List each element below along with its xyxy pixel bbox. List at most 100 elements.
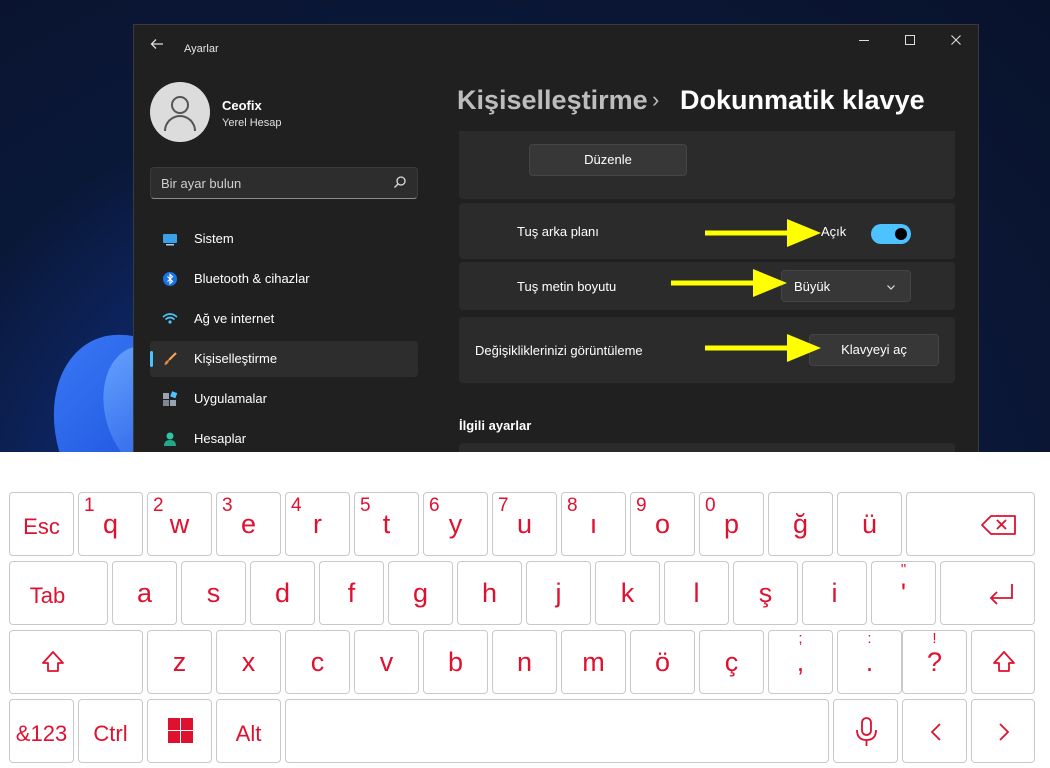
key-symbols[interactable]: &123 — [9, 699, 74, 763]
key-g[interactable]: g — [388, 561, 453, 625]
key-e[interactable]: 3e — [216, 492, 281, 556]
key-r[interactable]: 4r — [285, 492, 350, 556]
key-g-breve[interactable]: ğ — [768, 492, 833, 556]
key-label: ı — [589, 509, 598, 539]
back-button[interactable] — [148, 37, 166, 55]
key-left-arrow[interactable] — [902, 699, 967, 763]
key-label: Esc — [23, 514, 60, 539]
breadcrumb-parent[interactable]: Kişiselleştirme — [457, 85, 648, 116]
key-question[interactable]: !? — [902, 630, 967, 694]
sidebar-item-personalization[interactable]: Kişiselleştirme — [150, 341, 418, 377]
key-j[interactable]: j — [526, 561, 591, 625]
active-indicator — [150, 351, 153, 367]
key-z[interactable]: z — [147, 630, 212, 694]
key-label: ş — [758, 578, 773, 608]
key-label: Alt — [235, 721, 262, 746]
key-m[interactable]: m — [561, 630, 626, 694]
key-label: . — [865, 647, 874, 677]
key-label: Ctrl — [93, 721, 128, 746]
search-input[interactable]: Bir ayar bulun — [150, 167, 418, 199]
search-placeholder: Bir ayar bulun — [161, 176, 242, 191]
touch-keyboard: Esc 1q 2w 3e 4r 5t 6y 7u 8ı 9o 0p ğ ü Ta… — [0, 452, 1050, 768]
key-q[interactable]: 1q — [78, 492, 143, 556]
key-b[interactable]: b — [423, 630, 488, 694]
key-period[interactable]: :. — [837, 630, 902, 694]
key-label: ç — [724, 647, 739, 677]
key-s-cedilla[interactable]: ş — [733, 561, 798, 625]
key-label: u — [516, 509, 533, 539]
sidebar-item-accounts[interactable]: Hesaplar — [150, 421, 418, 452]
key-a[interactable]: a — [112, 561, 177, 625]
person-icon — [164, 432, 176, 446]
key-o[interactable]: 9o — [630, 492, 695, 556]
key-label: y — [448, 509, 463, 539]
key-l[interactable]: l — [664, 561, 729, 625]
open-keyboard-button[interactable]: Klavyeyi aç — [809, 334, 939, 366]
key-hint: : — [867, 630, 872, 647]
key-right-arrow[interactable] — [971, 699, 1035, 763]
maximize-icon — [905, 35, 915, 45]
wifi-icon — [162, 313, 178, 324]
key-s[interactable]: s — [181, 561, 246, 625]
key-comma[interactable]: ;, — [768, 630, 833, 694]
key-text-size-dropdown[interactable]: Büyük — [781, 270, 911, 302]
key-label: r — [313, 509, 322, 539]
key-label: h — [481, 578, 498, 608]
key-enter[interactable] — [940, 561, 1035, 625]
key-y[interactable]: 6y — [423, 492, 488, 556]
key-windows[interactable] — [147, 699, 212, 763]
key-d[interactable]: d — [250, 561, 315, 625]
sidebar-item-system[interactable]: Sistem — [150, 221, 418, 257]
edit-button[interactable]: Düzenle — [529, 144, 687, 176]
key-label: , — [796, 647, 805, 677]
key-label: &123 — [15, 721, 68, 746]
key-tab[interactable]: Tab — [9, 561, 108, 625]
apps-icon — [163, 391, 178, 406]
key-c-cedilla[interactable]: ç — [699, 630, 764, 694]
key-label: i — [831, 578, 838, 608]
key-shift-left[interactable] — [9, 630, 143, 694]
avatar-head-shape — [171, 96, 189, 114]
key-c[interactable]: c — [285, 630, 350, 694]
key-label: ü — [861, 509, 878, 539]
search-icon — [394, 176, 406, 188]
key-h[interactable]: h — [457, 561, 522, 625]
key-esc[interactable]: Esc — [9, 492, 74, 556]
key-w[interactable]: 2w — [147, 492, 212, 556]
key-alt[interactable]: Alt — [216, 699, 281, 763]
key-u-umlaut[interactable]: ü — [837, 492, 902, 556]
key-n[interactable]: n — [492, 630, 557, 694]
toggle-knob — [895, 228, 907, 240]
key-apostrophe[interactable]: " ' — [871, 561, 936, 625]
sidebar-item-bluetooth[interactable]: Bluetooth & cihazlar — [150, 261, 418, 297]
sidebar-item-apps[interactable]: Uygulamalar — [150, 381, 418, 417]
key-t[interactable]: 5t — [354, 492, 419, 556]
toggle-state-text: Açık — [821, 224, 847, 239]
key-dotless-i[interactable]: 8ı — [561, 492, 626, 556]
yellow-arrow-annotation — [705, 219, 821, 247]
key-p[interactable]: 0p — [699, 492, 764, 556]
key-v[interactable]: v — [354, 630, 419, 694]
maximize-button[interactable] — [898, 33, 922, 51]
key-o-umlaut[interactable]: ö — [630, 630, 695, 694]
key-f[interactable]: f — [319, 561, 384, 625]
minimize-button[interactable] — [852, 33, 876, 51]
key-backspace[interactable] — [906, 492, 1035, 556]
key-x[interactable]: x — [216, 630, 281, 694]
key-shift-right[interactable] — [971, 630, 1035, 694]
theme-edit-card: Düzenle — [459, 131, 955, 199]
key-i[interactable]: i — [802, 561, 867, 625]
sidebar-item-network[interactable]: Ağ ve internet — [150, 301, 418, 337]
chevron-left-icon — [930, 723, 941, 741]
key-label: j — [555, 578, 562, 608]
key-microphone[interactable] — [833, 699, 898, 763]
avatar[interactable] — [150, 82, 210, 142]
key-space[interactable] — [285, 699, 829, 763]
close-button[interactable] — [944, 33, 968, 51]
key-u[interactable]: 7u — [492, 492, 557, 556]
key-k[interactable]: k — [595, 561, 660, 625]
key-ctrl[interactable]: Ctrl — [78, 699, 143, 763]
key-background-toggle[interactable] — [871, 224, 911, 244]
view-changes-label: Değişikliklerinizi görüntüleme — [475, 343, 643, 358]
key-label: ö — [654, 647, 671, 677]
